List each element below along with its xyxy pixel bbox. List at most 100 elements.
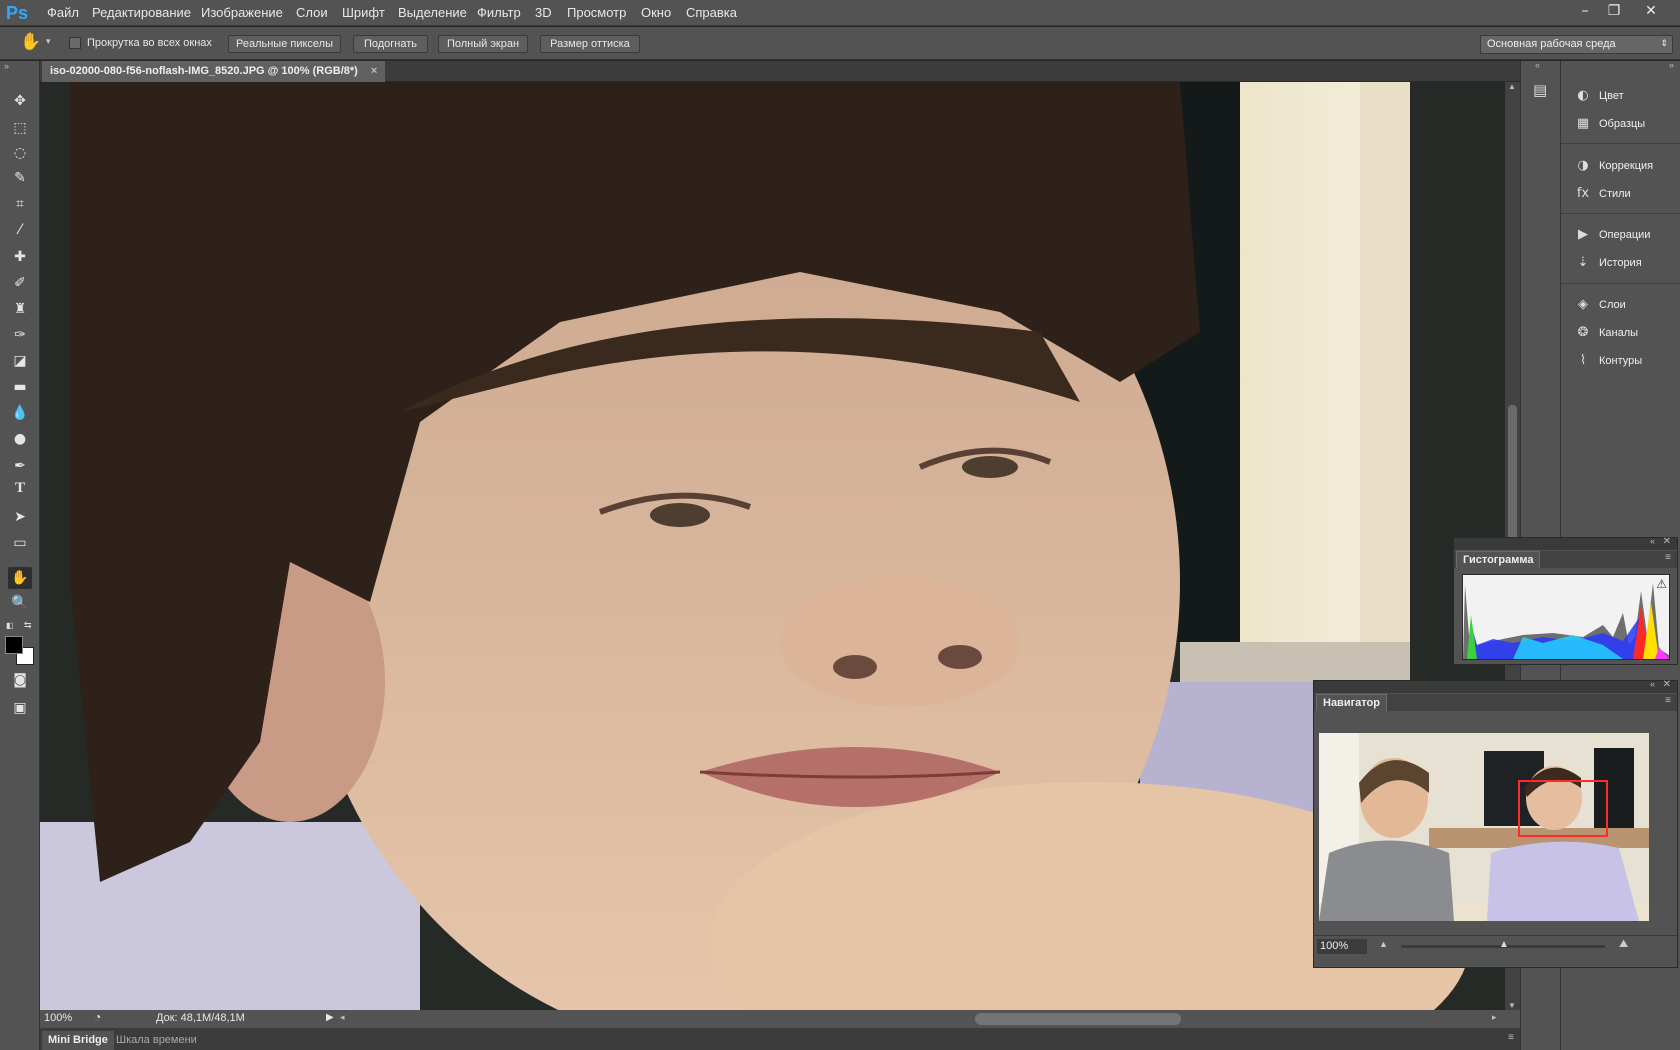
clone-stamp-tool-icon[interactable]: ♜: [8, 298, 32, 320]
default-colors-icon[interactable]: ◧: [6, 621, 14, 630]
actual-pixels-button[interactable]: Реальные пикселы: [228, 35, 341, 53]
histogram-tab[interactable]: Гистограмма: [1456, 551, 1541, 568]
document-tab-bar: iso-02000-080-f56-noflash-IMG_8520.JPG @…: [40, 61, 1520, 82]
close-panel-icon[interactable]: ✕: [1663, 679, 1671, 690]
gradient-tool-icon[interactable]: ▬: [8, 376, 32, 398]
menu-type[interactable]: Шрифт: [342, 5, 385, 20]
menu-edit[interactable]: Редактирование: [92, 5, 191, 20]
close-window-button[interactable]: ✕: [1640, 3, 1662, 21]
navigator-zoom-input[interactable]: 100%: [1317, 939, 1367, 954]
scroll-left-icon[interactable]: ◂: [340, 1012, 345, 1023]
foreground-color-swatch[interactable]: [5, 636, 23, 654]
swap-colors-icon[interactable]: ⇆: [24, 620, 32, 631]
marquee-tool-icon[interactable]: ⬚: [8, 117, 32, 139]
document-tab[interactable]: iso-02000-080-f56-noflash-IMG_8520.JPG @…: [42, 61, 386, 82]
dock-item-adjustments[interactable]: ◑ Коррекция: [1573, 155, 1680, 177]
panel-menu-icon[interactable]: ≡: [1665, 552, 1671, 563]
navigator-thumbnail[interactable]: [1319, 733, 1649, 921]
close-document-icon[interactable]: ×: [371, 65, 377, 77]
menu-view[interactable]: Просмотр: [567, 5, 626, 20]
scroll-all-checkbox[interactable]: [69, 37, 81, 49]
options-bar: ✋ ▾ Прокрутка во всех окнах Реальные пик…: [0, 27, 1680, 60]
menu-image[interactable]: Изображение: [201, 5, 283, 20]
type-tool-icon[interactable]: T: [8, 480, 32, 502]
status-zoom[interactable]: 100%: [44, 1012, 72, 1024]
status-info-icon[interactable]: ◔: [94, 1010, 101, 1024]
history-icon: ⇣: [1577, 255, 1589, 270]
blur-tool-icon[interactable]: 💧: [8, 402, 32, 424]
zoom-tool-icon[interactable]: 🔍: [8, 592, 32, 614]
fill-screen-button[interactable]: Полный экран: [438, 35, 528, 53]
dock-item-layers[interactable]: ◈ Слои: [1573, 294, 1680, 316]
menu-3d[interactable]: 3D: [535, 5, 552, 20]
tab-timeline[interactable]: Шкала времени: [110, 1031, 203, 1050]
quick-select-tool-icon[interactable]: ✎: [8, 167, 32, 189]
menu-help[interactable]: Справка: [686, 5, 737, 20]
eraser-tool-icon[interactable]: ◪: [8, 350, 32, 372]
collapse-panel-icon[interactable]: «: [1650, 536, 1655, 546]
bottom-panel-tabs: Mini Bridge Шкала времени ≡: [40, 1028, 1520, 1050]
scroll-down-icon[interactable]: ▼: [1508, 1001, 1516, 1010]
dock-item-actions[interactable]: ▶ Операции: [1573, 224, 1680, 246]
menu-select[interactable]: Выделение: [398, 5, 467, 20]
restore-button[interactable]: ❐: [1603, 3, 1625, 21]
panel-header: « ✕: [1454, 536, 1677, 550]
print-size-button[interactable]: Размер оттиска: [540, 35, 640, 53]
screen-mode-icon[interactable]: ▣: [8, 697, 32, 719]
workspace-select[interactable]: Основная рабочая среда ⇕: [1480, 35, 1673, 54]
tool-presets-icon[interactable]: ▤: [1533, 81, 1547, 99]
navigator-tab[interactable]: Навигатор: [1316, 694, 1387, 711]
dock-item-label: Операции: [1599, 229, 1651, 241]
menu-file[interactable]: Файл: [47, 5, 79, 20]
pen-tool-icon[interactable]: ✒: [8, 455, 32, 477]
minimize-button[interactable]: –: [1574, 3, 1596, 21]
scroll-right-icon[interactable]: ▸: [1492, 1012, 1497, 1023]
eyedropper-tool-icon[interactable]: ⁄: [8, 219, 32, 241]
document-canvas[interactable]: [40, 82, 1505, 1010]
hand-tool-preset-icon[interactable]: ✋: [20, 32, 41, 52]
lasso-tool-icon[interactable]: ◌: [8, 142, 32, 164]
rectangle-tool-icon[interactable]: ▭: [8, 532, 32, 554]
fit-screen-button[interactable]: Подогнать: [353, 35, 428, 53]
history-brush-tool-icon[interactable]: ✑: [8, 324, 32, 346]
dock-item-color[interactable]: ◐ Цвет: [1573, 85, 1680, 107]
dodge-tool-icon[interactable]: ●: [8, 428, 32, 450]
collapse-toolbox-icon[interactable]: »: [4, 61, 9, 71]
menu-filter[interactable]: Фильтр: [477, 5, 521, 20]
quick-mask-icon[interactable]: ◙: [8, 669, 32, 691]
warning-icon[interactable]: ⚠: [1656, 577, 1667, 591]
expand-dock-icon[interactable]: «: [1535, 60, 1540, 70]
zoom-slider-handle[interactable]: ▲: [1499, 939, 1509, 950]
move-tool-icon[interactable]: ✥: [8, 90, 32, 112]
dock-item-styles[interactable]: fx Стили: [1573, 183, 1680, 205]
close-panel-icon[interactable]: ✕: [1663, 536, 1671, 547]
collapse-dock-icon[interactable]: »: [1669, 60, 1674, 70]
scroll-up-icon[interactable]: ▲: [1508, 82, 1516, 91]
dock-item-paths[interactable]: ⌇ Контуры: [1573, 350, 1680, 372]
crop-tool-icon[interactable]: ⌗: [8, 193, 32, 215]
zoom-out-icon[interactable]: ▲: [1379, 939, 1388, 949]
styles-icon: fx: [1576, 186, 1590, 201]
horizontal-scroll-thumb[interactable]: [975, 1013, 1181, 1025]
healing-brush-tool-icon[interactable]: ✚: [8, 246, 32, 268]
dock-item-history[interactable]: ⇣ История: [1573, 252, 1680, 274]
path-select-tool-icon[interactable]: ➤: [8, 506, 32, 528]
vertical-scroll-thumb[interactable]: [1508, 405, 1517, 545]
status-menu-arrow-icon[interactable]: ▶: [326, 1012, 334, 1023]
panel-menu-icon[interactable]: ≡: [1508, 1032, 1514, 1043]
hand-tool-icon[interactable]: ✋: [8, 567, 32, 589]
dock-item-swatches[interactable]: ▦ Образцы: [1573, 113, 1680, 135]
tab-mini-bridge[interactable]: Mini Bridge: [42, 1031, 114, 1050]
preset-dropdown-icon[interactable]: ▾: [46, 36, 51, 47]
dock-separator: [1561, 213, 1680, 214]
panel-menu-icon[interactable]: ≡: [1665, 695, 1671, 706]
paths-icon: ⌇: [1579, 353, 1587, 368]
histogram-panel: « ✕ Гистограмма ≡ ⚠: [1453, 536, 1678, 665]
collapse-panel-icon[interactable]: «: [1650, 679, 1655, 689]
menu-layers[interactable]: Слои: [296, 5, 328, 20]
brush-tool-icon[interactable]: ✐: [8, 272, 32, 294]
dock-item-label: Стили: [1599, 188, 1631, 200]
dock-item-channels[interactable]: ❂ Каналы: [1573, 322, 1680, 344]
zoom-in-icon[interactable]: ⛰: [1619, 938, 1628, 951]
menu-window[interactable]: Окно: [641, 5, 671, 20]
